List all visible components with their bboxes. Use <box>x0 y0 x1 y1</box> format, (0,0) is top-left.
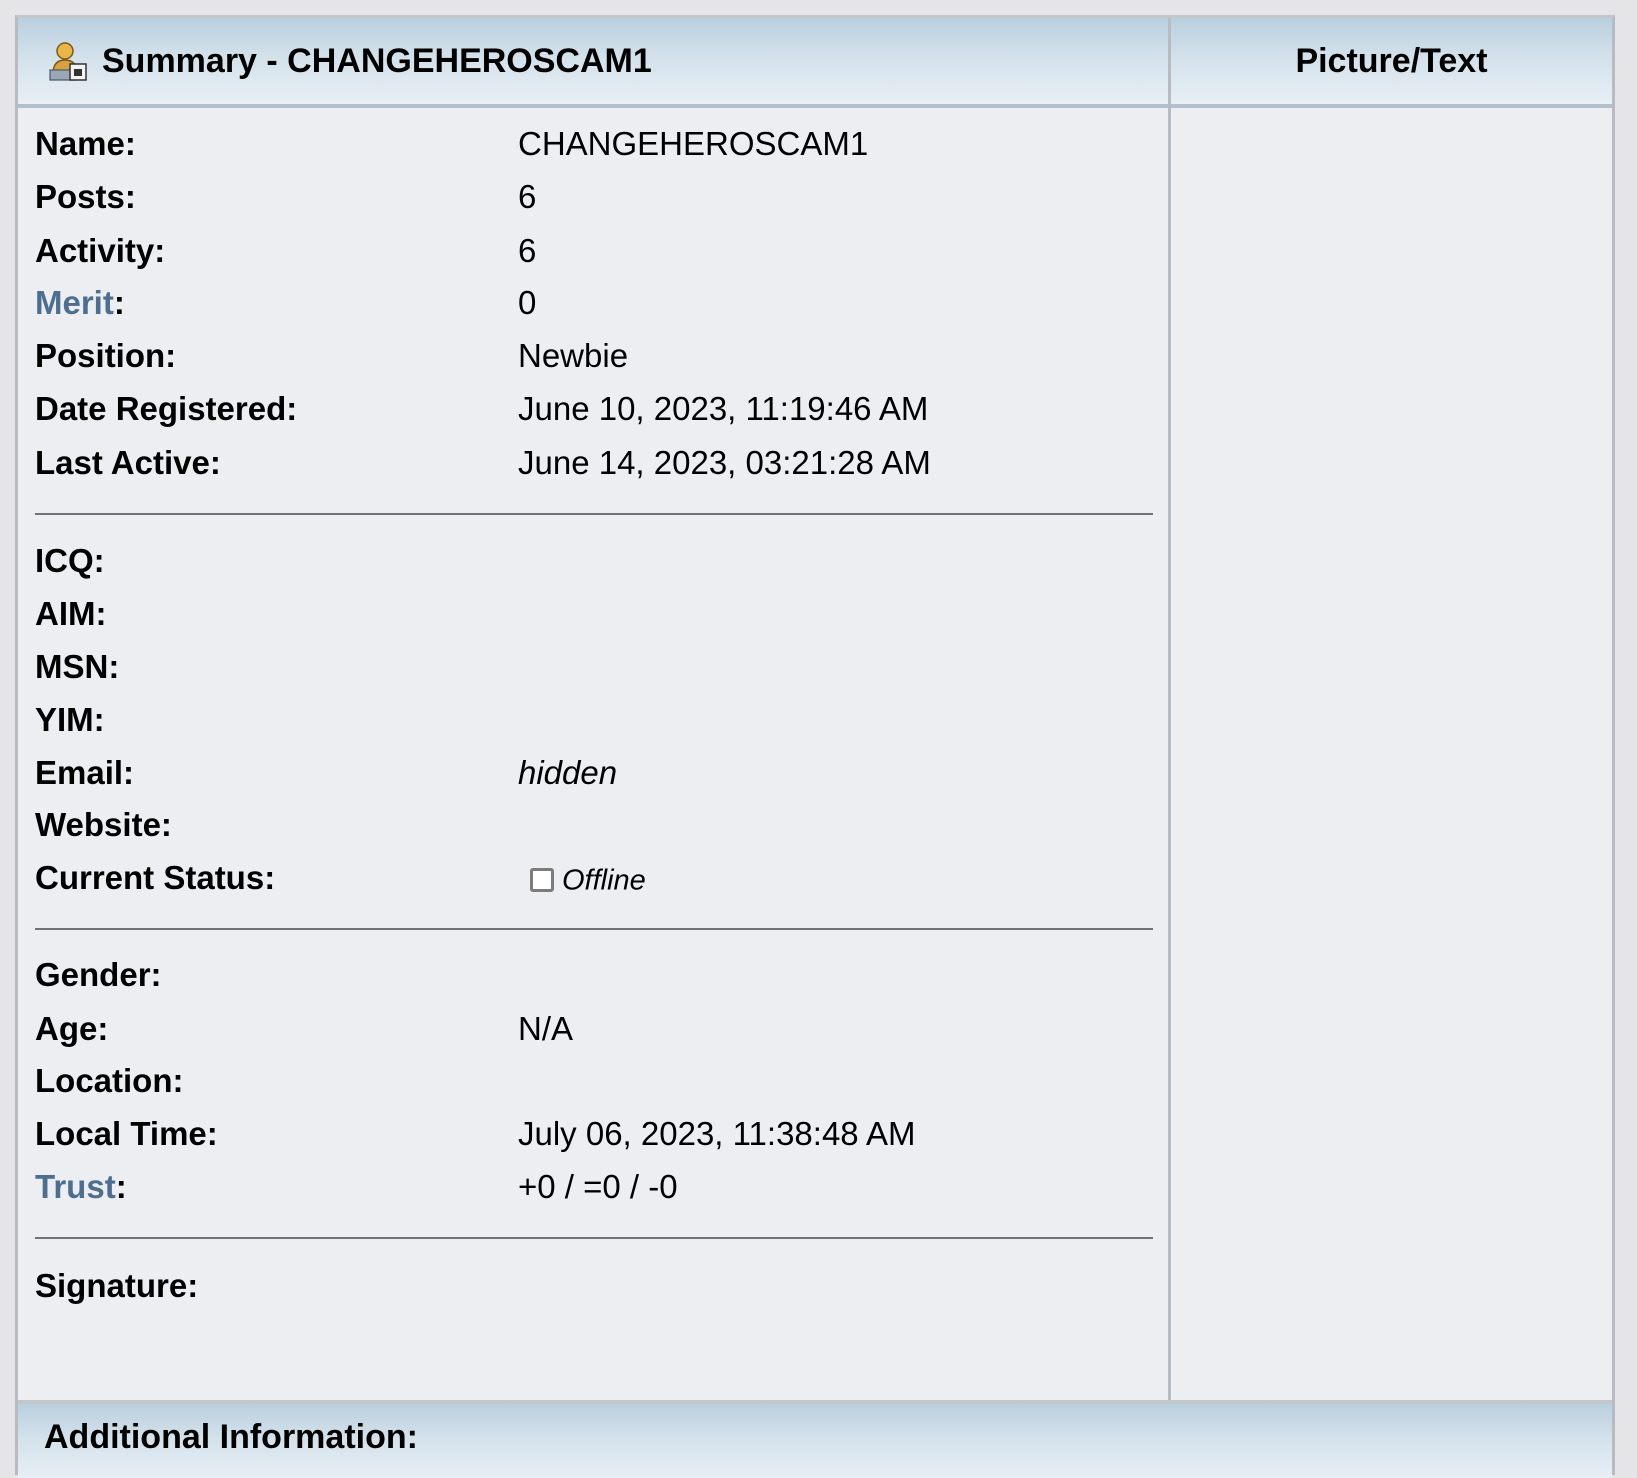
merit-value: 0 <box>518 284 537 321</box>
current-status-value: Offline <box>518 858 646 900</box>
last-active-value: June 14, 2023, 03:21:28 AM <box>518 444 931 481</box>
posts-label: Posts: <box>35 178 136 215</box>
picture-text-title: Picture/Text <box>1295 41 1488 80</box>
posts-value: 6 <box>518 178 537 215</box>
column-divider <box>1168 18 1171 1400</box>
signature-label: Signature: <box>35 1267 199 1304</box>
email-value: hidden <box>518 754 618 791</box>
website-label: Website: <box>35 806 172 843</box>
offline-checkbox-icon <box>530 868 554 893</box>
section-divider <box>35 513 1153 515</box>
section-divider <box>35 1237 1153 1239</box>
status-text: Offline <box>562 864 646 897</box>
activity-value: 6 <box>518 232 537 269</box>
section-divider <box>35 928 1153 930</box>
additional-information-header: Additional Information: <box>18 1400 1612 1478</box>
name-label: Name: <box>35 125 136 162</box>
merit-colon: : <box>113 284 125 321</box>
local-time-value: July 06, 2023, 11:38:48 AM <box>518 1115 916 1152</box>
date-registered-label: Date Registered: <box>35 390 298 427</box>
yim-label: YIM: <box>35 701 105 738</box>
date-registered-value: June 10, 2023, 11:19:46 AM <box>518 390 929 427</box>
msn-label: MSN: <box>35 648 120 685</box>
location-label: Location: <box>35 1062 184 1099</box>
age-label: Age: <box>35 1010 109 1047</box>
merit-link[interactable]: Merit <box>35 284 114 321</box>
picture-text-header: Picture/Text <box>1171 18 1612 108</box>
trust-label: Trust: <box>35 1167 127 1207</box>
profile-frame: Summary - CHANGEHEROSCAM1 Picture/Text N… <box>15 15 1615 1478</box>
email-label: Email: <box>35 754 135 791</box>
aim-label: AIM: <box>35 595 107 632</box>
additional-information-title: Additional Information: <box>44 1418 418 1456</box>
position-value: Newbie <box>518 337 629 374</box>
trust-link[interactable]: Trust <box>35 1168 116 1205</box>
user-icon <box>48 40 88 82</box>
current-status-label: Current Status: <box>35 859 276 896</box>
position-label: Position: <box>35 337 177 374</box>
summary-title: Summary - CHANGEHEROSCAM1 <box>102 41 652 80</box>
last-active-label: Last Active: <box>35 444 221 481</box>
icq-label: ICQ: <box>35 542 105 579</box>
trust-colon: : <box>115 1168 127 1205</box>
name-value: CHANGEHEROSCAM1 <box>518 125 869 162</box>
trust-value: +0 / =0 / -0 <box>518 1168 678 1205</box>
local-time-label: Local Time: <box>35 1115 218 1152</box>
gender-label: Gender: <box>35 956 162 993</box>
age-value: N/A <box>518 1010 574 1047</box>
activity-label: Activity: <box>35 232 166 269</box>
summary-header: Summary - CHANGEHEROSCAM1 <box>18 18 1168 108</box>
merit-label: Merit: <box>35 283 125 323</box>
